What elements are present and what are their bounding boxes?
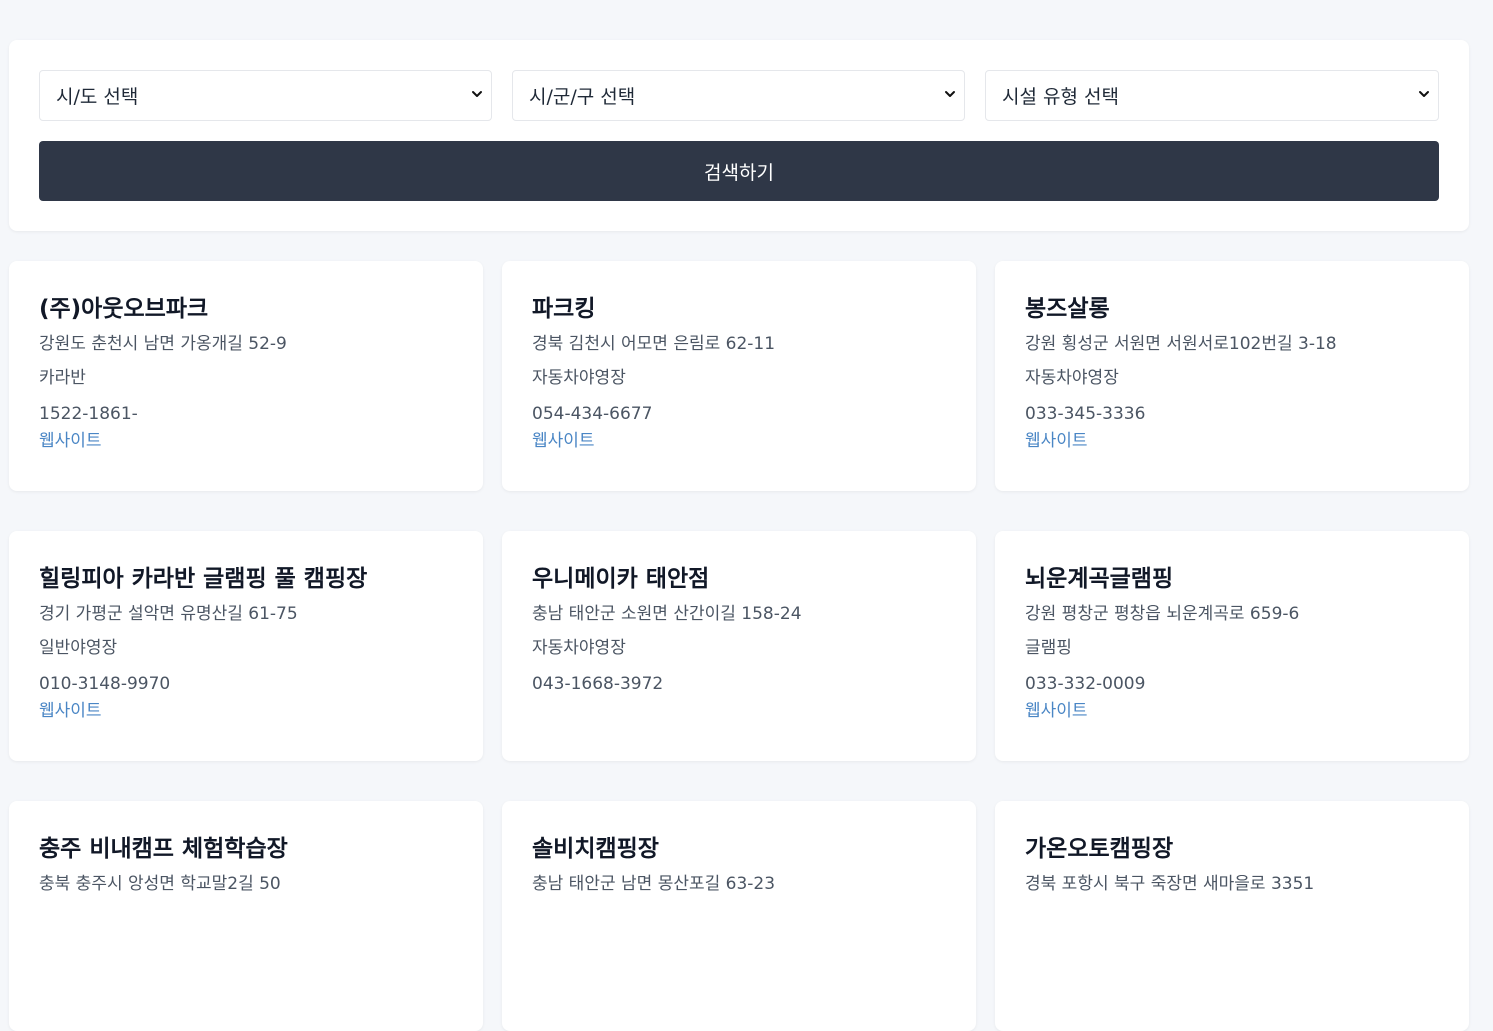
search-panel: 시/도 선택 시/군/구 선택 시설 유형 선택 검색하기 xyxy=(9,40,1469,231)
province-select-value: 시/도 선택 xyxy=(56,86,139,108)
website-link[interactable]: 웹사이트 xyxy=(532,428,595,454)
campsite-name: 충주 비내캠프 체험학습장 xyxy=(39,836,288,862)
campsite-name: 솔비치캠핑장 xyxy=(532,836,659,862)
campsite-card[interactable]: 가온오토캠핑장경북 포항시 북구 죽장면 새마을로 3351 xyxy=(995,801,1469,1031)
campsite-phone: 033-332-0009 xyxy=(1025,674,1146,694)
campsite-phone xyxy=(39,941,453,967)
campsite-phone: 054-434-6677 xyxy=(532,404,653,424)
campsite-name: 파크킹 xyxy=(532,296,596,322)
campsite-address: 충북 충주시 앙성면 학교말2길 50 xyxy=(39,874,281,894)
campsite-phone: 010-3148-9970 xyxy=(39,674,171,694)
website-link[interactable]: 웹사이트 xyxy=(1025,428,1088,454)
campsite-card[interactable]: 우니메이카 태안점충남 태안군 소원면 산간이길 158-24 자동차야영장 043… xyxy=(502,531,976,761)
campsite-type: 일반야영장 xyxy=(39,638,118,658)
campsite-card[interactable]: 힐링피아 카라반 글램핑 풀 캠핑장경기 가평군 설악면 유명산길 61-75 일… xyxy=(9,531,483,761)
campsite-name: 힐링피아 카라반 글램핑 풀 캠핑장 xyxy=(39,566,368,592)
campsite-address: 강원도 춘천시 남면 가옹개길 52-9 xyxy=(39,334,287,354)
campsite-name: 가온오토캠핑장 xyxy=(1025,836,1174,862)
chevron-down-icon xyxy=(472,90,482,97)
campsite-name: 우니메이카 태안점 xyxy=(532,566,710,592)
website-link[interactable]: 웹사이트 xyxy=(39,428,102,454)
campsite-card[interactable]: 뇌운계곡글램핑강원 평창군 평창읍 뇌운계곡로 659-6 글램핑 033-332-… xyxy=(995,531,1469,761)
campsite-card[interactable]: 충주 비내캠프 체험학습장충북 충주시 앙성면 학교말2길 50 xyxy=(9,801,483,1031)
website-link[interactable]: 웹사이트 xyxy=(39,698,102,724)
campsite-address: 경북 김천시 어모면 은림로 62-11 xyxy=(532,334,776,354)
campsite-phone xyxy=(532,941,946,967)
campsite-card[interactable]: (주)아웃오브파크강원도 춘천시 남면 가옹개길 52-9 카라반 1522-186… xyxy=(9,261,483,491)
campsite-phone: 1522-1861- xyxy=(39,404,138,424)
campsite-type: 글램핑 xyxy=(1025,638,1072,658)
website-link[interactable]: 웹사이트 xyxy=(1025,698,1088,724)
district-select[interactable]: 시/군/구 선택 xyxy=(512,70,965,121)
campsite-address: 강원 평창군 평창읍 뇌운계곡로 659-6 xyxy=(1025,604,1300,624)
chevron-down-icon xyxy=(1419,90,1429,97)
campsite-phone xyxy=(1025,941,1439,967)
search-button[interactable]: 검색하기 xyxy=(39,141,1439,201)
facility-type-select-value: 시설 유형 선택 xyxy=(1002,86,1119,108)
campsite-address: 경기 가평군 설악면 유명산길 61-75 xyxy=(39,604,298,624)
campsite-type: 자동차야영장 xyxy=(532,368,626,388)
facility-type-select[interactable]: 시설 유형 선택 xyxy=(985,70,1439,121)
campsite-name: (주)아웃오브파크 xyxy=(39,296,209,322)
campsite-type: 자동차야영장 xyxy=(532,638,626,658)
campsite-address: 강원 횡성군 서원면 서원서로102번길 3-18 xyxy=(1025,334,1337,354)
campsite-phone: 033-345-3336 xyxy=(1025,404,1146,424)
campsite-type xyxy=(39,905,453,931)
campsite-address: 충남 태안군 남면 몽산포길 63-23 xyxy=(532,874,776,894)
province-select[interactable]: 시/도 선택 xyxy=(39,70,492,121)
campsite-name: 봉즈살롱 xyxy=(1025,296,1110,322)
campsite-type: 카라반 xyxy=(39,368,86,388)
district-select-value: 시/군/구 선택 xyxy=(529,86,636,108)
campsite-card[interactable]: 파크킹경북 김천시 어모면 은림로 62-11 자동차야영장 054-434-667… xyxy=(502,261,976,491)
campsite-type xyxy=(532,905,946,931)
campsite-address: 경북 포항시 북구 죽장면 새마을로 3351 xyxy=(1025,874,1315,894)
campsite-type: 자동차야영장 xyxy=(1025,368,1119,388)
campsite-card[interactable]: 솔비치캠핑장충남 태안군 남면 몽산포길 63-23 xyxy=(502,801,976,1031)
campsite-address: 충남 태안군 소원면 산간이길 158-24 xyxy=(532,604,802,624)
campsite-phone: 043-1668-3972 xyxy=(532,674,664,694)
campsite-card[interactable]: 봉즈살롱강원 횡성군 서원면 서원서로102번길 3-18 자동차야영장 033-3… xyxy=(995,261,1469,491)
chevron-down-icon xyxy=(945,90,955,97)
campsite-name: 뇌운계곡글램핑 xyxy=(1025,566,1174,592)
campsite-type xyxy=(1025,905,1439,931)
